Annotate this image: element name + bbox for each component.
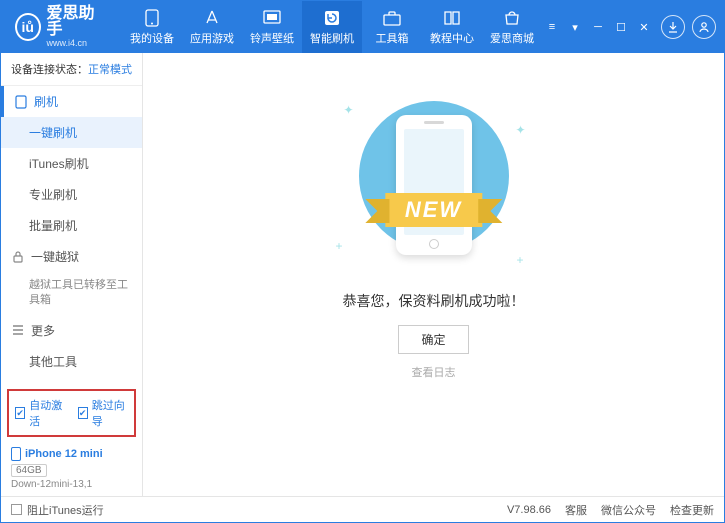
lock-icon [11,250,25,264]
options-highlight-box: ✔ 自动激活 ✔ 跳过向导 [7,389,136,437]
sidebar-jailbreak-header[interactable]: 一键越狱 [1,241,142,272]
sparkle-icon: ✦ [515,123,525,137]
sidebar-item-batch-flash[interactable]: 批量刷机 [1,210,142,241]
flash-header-label: 刷机 [34,93,58,110]
jailbreak-header-label: 一键越狱 [31,248,79,265]
sidebar-item-oneclick-flash[interactable]: 一键刷机 [1,117,142,148]
checkbox-checked-icon: ✔ [15,407,25,419]
more-header-label: 更多 [31,322,55,339]
checkbox-unchecked-icon [11,504,22,515]
device-sub: Down-12mini-13,1 [11,479,132,490]
nav-label: 铃声壁纸 [250,30,294,46]
apps-icon [203,9,221,27]
book-icon [443,9,461,27]
success-message: 恭喜您，保资料刷机成功啦！ [343,291,525,311]
nav-label: 爱思商城 [490,30,534,46]
nav-smart-flash[interactable]: 智能刷机 [302,1,362,53]
refresh-icon [323,9,341,27]
nav-ringtones[interactable]: 铃声壁纸 [242,1,302,53]
phone-icon [143,9,161,27]
store-icon [503,9,521,27]
nav-my-device[interactable]: 我的设备 [122,1,182,53]
phone-illustration-icon [396,115,472,255]
brand-title: 爱思助手 [47,6,104,38]
footer-support-link[interactable]: 客服 [565,502,587,518]
nav-label: 智能刷机 [310,30,354,46]
block-itunes-checkbox[interactable]: 阻止iTunes运行 [11,502,104,518]
menu-button[interactable]: ≡ [542,18,562,36]
nav-label: 我的设备 [130,30,174,46]
sidebar-item-other-tools[interactable]: 其他工具 [1,346,142,377]
nav-apps-games[interactable]: 应用游戏 [182,1,242,53]
sidebar: 设备连接状态：正常模式 刷机 一键刷机 iTunes刷机 专业刷机 批量刷机 一… [1,53,143,496]
window-controls: ≡ ▾ ─ ☐ ✕ [542,15,724,39]
footer-bar: 阻止iTunes运行 V7.98.66 客服 微信公众号 检查更新 [1,496,724,522]
sidebar-more-header[interactable]: 更多 [1,315,142,346]
maximize-button[interactable]: ☐ [611,18,631,36]
sparkle-icon: ✦ [344,103,354,117]
footer-update-link[interactable]: 检查更新 [670,502,714,518]
device-name: iPhone 12 mini [25,448,103,460]
confirm-button[interactable]: 确定 [398,325,468,354]
main-body: 设备连接状态：正常模式 刷机 一键刷机 iTunes刷机 专业刷机 批量刷机 一… [1,53,724,496]
sidebar-item-download-firmware[interactable]: 下载固件 [1,377,142,385]
device-name-row: iPhone 12 mini [11,447,132,461]
download-button[interactable] [661,15,685,39]
sidebar-item-itunes-flash[interactable]: iTunes刷机 [1,148,142,179]
checkbox-checked-icon: ✔ [78,407,88,419]
auto-activate-label: 自动激活 [29,397,65,429]
nav-store[interactable]: 爱思商城 [482,1,542,53]
status-label: 设备连接状态： [11,64,88,76]
sidebar-item-pro-flash[interactable]: 专业刷机 [1,179,142,210]
version-text: V7.98.66 [507,504,551,516]
device-panel[interactable]: iPhone 12 mini 64GB Down-12mini-13,1 [1,441,142,496]
status-mode: 正常模式 [88,64,132,76]
sparkle-icon: + [336,239,343,253]
skip-guide-checkbox[interactable]: ✔ 跳过向导 [78,397,129,429]
nav-tutorials[interactable]: 教程中心 [422,1,482,53]
success-illustration: ✦ ✦ + + NEW [324,93,544,273]
top-nav: 我的设备 应用游戏 铃声壁纸 智能刷机 工具箱 教程中心 [122,1,542,53]
new-ribbon: NEW [385,193,482,227]
device-storage: 64GB [11,464,47,477]
sidebar-flash-header[interactable]: 刷机 [1,86,142,117]
view-log-link[interactable]: 查看日志 [412,364,456,380]
connection-status: 设备连接状态：正常模式 [1,53,142,86]
skip-guide-label: 跳过向导 [92,397,128,429]
close-button[interactable]: ✕ [634,18,654,36]
footer-wechat-link[interactable]: 微信公众号 [601,502,656,518]
user-button[interactable] [692,15,716,39]
minimize-button[interactable]: ─ [588,18,608,36]
block-itunes-label: 阻止iTunes运行 [27,502,104,518]
pin-button[interactable]: ▾ [565,18,585,36]
content-area: ✦ ✦ + + NEW 恭喜您，保资料刷机成功啦！ 确定 查看日志 [143,53,724,496]
nav-label: 应用游戏 [190,30,234,46]
sidebar-menu: 刷机 一键刷机 iTunes刷机 专业刷机 批量刷机 一键越狱 越狱工具已转移至… [1,86,142,385]
menu-lines-icon [11,323,25,337]
toolbox-icon [383,9,401,27]
logo-icon: iů [15,13,41,41]
device-phone-icon [11,447,21,461]
jailbreak-note: 越狱工具已转移至工具箱 [1,272,142,315]
app-window: iů 爱思助手 www.i4.cn 我的设备 应用游戏 铃声壁纸 智能刷机 [0,0,725,523]
nav-label: 教程中心 [430,30,474,46]
titlebar: iů 爱思助手 www.i4.cn 我的设备 应用游戏 铃声壁纸 智能刷机 [1,1,724,53]
nav-label: 工具箱 [376,30,409,46]
phone-flash-icon [14,95,28,109]
auto-activate-checkbox[interactable]: ✔ 自动激活 [15,397,66,429]
brand-url: www.i4.cn [47,38,104,48]
logo-section: iů 爱思助手 www.i4.cn [1,6,122,48]
wallpaper-icon [263,9,281,27]
footer-right: V7.98.66 客服 微信公众号 检查更新 [507,502,714,518]
sparkle-icon: + [516,253,523,267]
nav-toolbox[interactable]: 工具箱 [362,1,422,53]
